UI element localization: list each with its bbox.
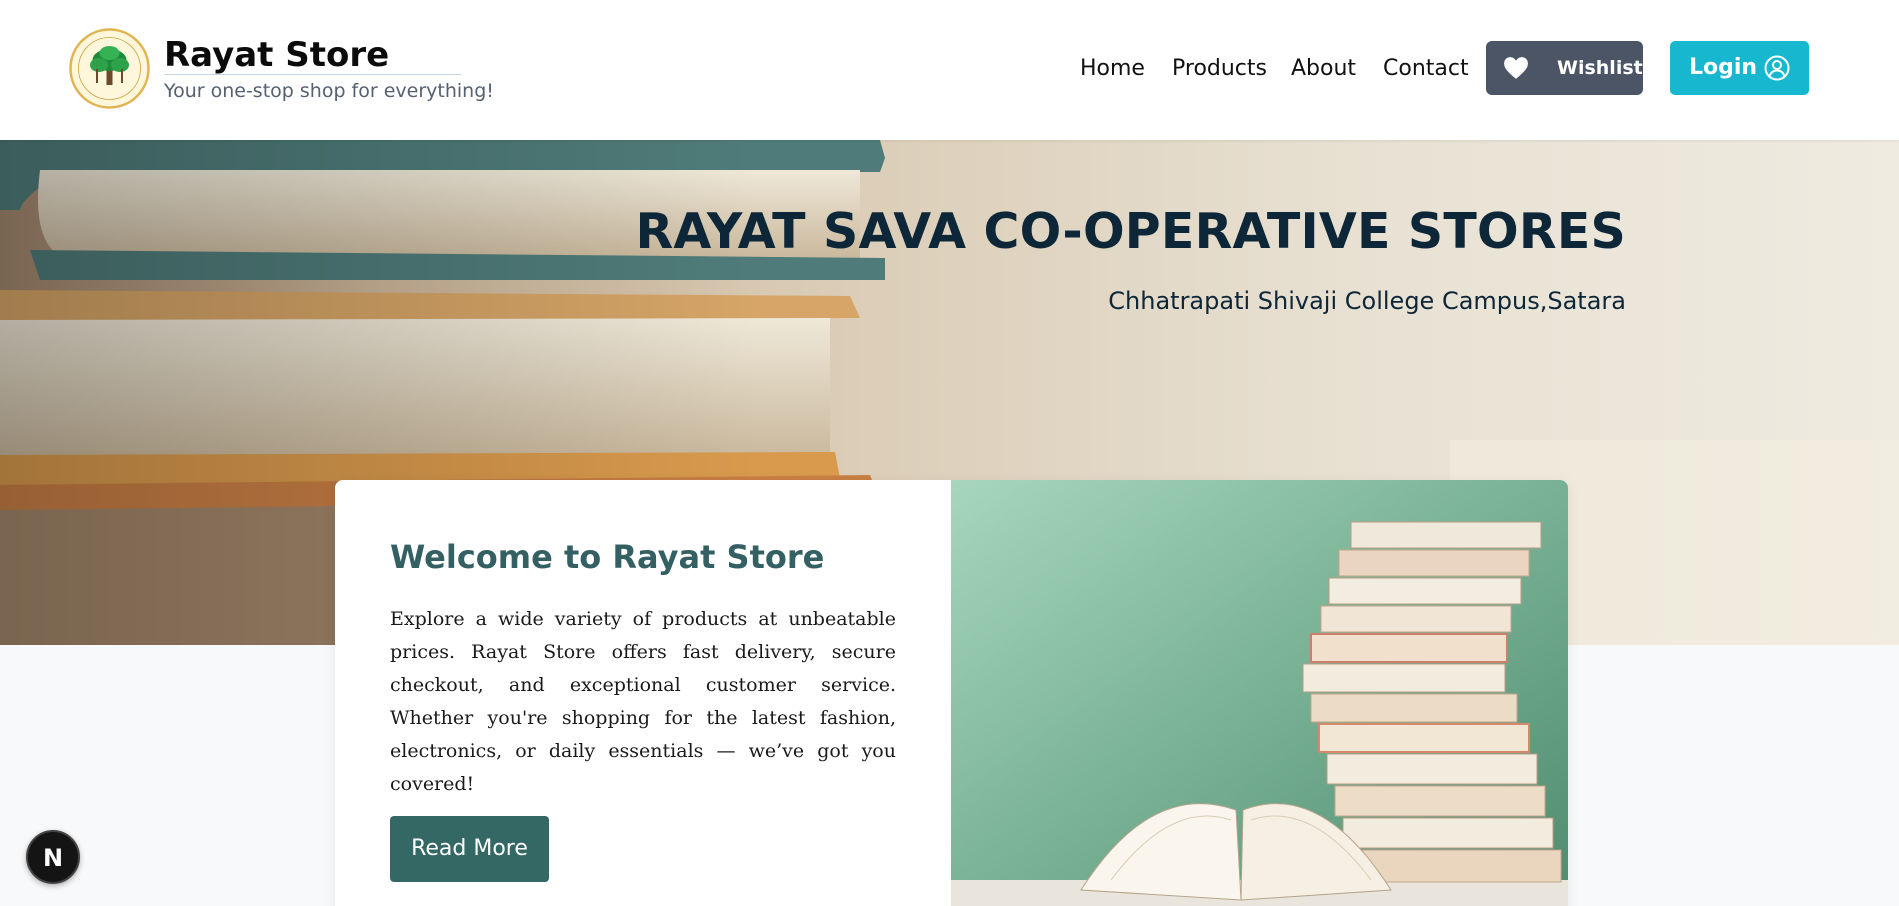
nav-products-link[interactable]: Products [1172,56,1267,82]
nav-about-link[interactable]: About [1291,56,1356,82]
wishlist-label: Wishlist [1557,57,1643,79]
wishlist-button[interactable]: Wishlist [1486,41,1643,95]
books-photo [951,480,1568,906]
welcome-body: Explore a wide variety of products at un… [390,608,896,795]
welcome-text-panel: Welcome to Rayat Store Explore a wide va… [335,480,951,906]
brand-title[interactable]: Rayat Store [164,34,389,76]
dev-tools-badge-label: N [42,844,64,872]
brand-divider [164,74,461,75]
heart-icon [1504,57,1528,79]
hero-title: RAYAT SAVA CO-OPERATIVE STORES [635,203,1626,260]
hero-subtitle: Chhatrapati Shivaji College Campus,Satar… [1108,287,1626,315]
login-button[interactable]: Login [1670,41,1809,95]
read-more-label: Read More [411,836,528,861]
brand-tagline: Your one-stop shop for everything! [164,80,494,102]
dev-tools-badge[interactable]: N [26,830,80,884]
welcome-title: Welcome to Rayat Store [390,538,825,576]
welcome-card: Welcome to Rayat Store Explore a wide va… [335,480,1568,906]
site-header: Rayat Store Your one-stop shop for every… [0,0,1899,140]
nav-home-link[interactable]: Home [1080,56,1145,82]
user-circle-icon [1764,55,1790,81]
store-logo[interactable] [69,28,150,109]
banyan-tree-icon [69,28,150,109]
nav-contact-link[interactable]: Contact [1383,56,1469,82]
login-label: Login [1689,55,1758,80]
read-more-button[interactable]: Read More [390,816,549,882]
